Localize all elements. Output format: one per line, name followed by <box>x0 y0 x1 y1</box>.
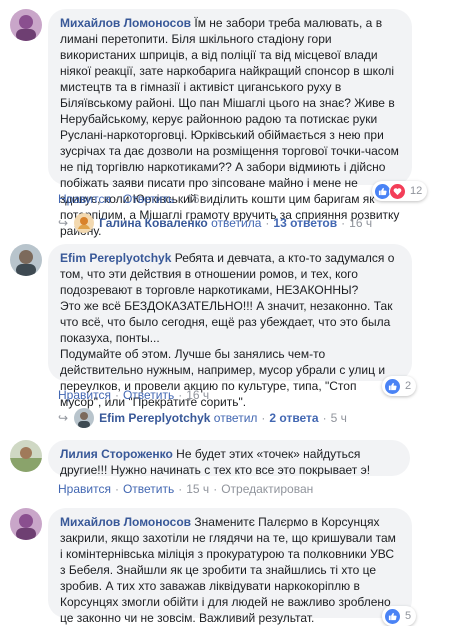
reaction-summary[interactable]: 5 <box>382 606 417 626</box>
comment-text: Знаменитє Палєрмо в Корсунцях закрили, я… <box>60 515 396 625</box>
comment-bubble: Михайлов Ломоносов Їм не забори треба ма… <box>48 9 412 238</box>
reply-time: 5 ч <box>330 411 347 425</box>
reply-link[interactable]: Ответить <box>123 482 174 496</box>
comment-author[interactable]: Михайлов Ломоносов <box>60 16 191 30</box>
reply-count[interactable]: 13 ответов <box>273 216 337 230</box>
avatar <box>74 212 95 233</box>
reaction-summary[interactable]: 2 <box>382 376 417 396</box>
comment-actions: Нравится · Ответить · 16 ч <box>58 388 210 402</box>
edited-label[interactable]: Отредактирован <box>221 482 313 496</box>
reply-link[interactable]: Ответить <box>123 388 174 402</box>
replies-summary[interactable]: ↪ Efim Pereplyotchyk ответил · 2 ответа · 5 ч <box>58 407 347 429</box>
avatar[interactable] <box>10 508 42 540</box>
replies-summary[interactable]: ↪ Галина Коваленко ответила · 13 ответов · 16… <box>58 212 373 234</box>
reply-arrow-icon: ↪ <box>58 216 69 230</box>
comment-author[interactable]: Efim Pereplyotchyk <box>60 251 171 265</box>
reply-link[interactable]: Ответить <box>123 192 174 206</box>
reply-time: 16 ч <box>349 216 373 230</box>
like-link[interactable]: Нравится <box>58 192 111 206</box>
avatar[interactable] <box>10 440 42 472</box>
comment-text: Ребята и девчата, а кто-то задумался о т… <box>60 251 395 409</box>
avatar[interactable] <box>10 9 42 41</box>
comment-actions: Нравится · Ответить · 16 ч <box>58 192 210 206</box>
like-icon <box>384 377 401 395</box>
comment-author[interactable]: Лилия Стороженко <box>60 447 173 461</box>
reply-verb[interactable]: ответил <box>214 411 258 425</box>
comment-actions: Нравится · Ответить · 15 ч · Отредактирован <box>58 482 314 496</box>
like-link[interactable]: Нравится <box>58 482 111 496</box>
comment-bubble: Efim Pereplyotchyk Ребята и девчата, а к… <box>48 244 412 409</box>
comment-bubble: Михайлов Ломоносов Знаменитє Палєрмо в К… <box>48 508 412 625</box>
reply-arrow-icon: ↪ <box>58 411 69 425</box>
reply-author[interactable]: Efim Pereplyotchyk <box>99 411 210 425</box>
comment-author[interactable]: Михайлов Ломоносов <box>60 515 191 529</box>
comment-time[interactable]: 16 ч <box>186 192 209 206</box>
reaction-count: 2 <box>405 380 412 392</box>
comment-bubble: Лилия Стороженко Не будет этих «точек» н… <box>48 440 410 477</box>
avatar[interactable] <box>10 244 42 276</box>
reaction-summary[interactable]: 12 <box>372 181 428 201</box>
like-link[interactable]: Нравится <box>58 388 111 402</box>
love-icon <box>389 182 406 200</box>
reply-author[interactable]: Галина Коваленко <box>99 216 208 230</box>
reply-count[interactable]: 2 ответа <box>269 411 318 425</box>
comment-time[interactable]: 16 ч <box>186 388 209 402</box>
reply-verb[interactable]: ответила <box>211 216 261 230</box>
avatar <box>74 407 95 428</box>
comment-time[interactable]: 15 ч <box>186 482 209 496</box>
reaction-count: 12 <box>410 185 423 197</box>
reaction-count: 5 <box>405 610 412 622</box>
